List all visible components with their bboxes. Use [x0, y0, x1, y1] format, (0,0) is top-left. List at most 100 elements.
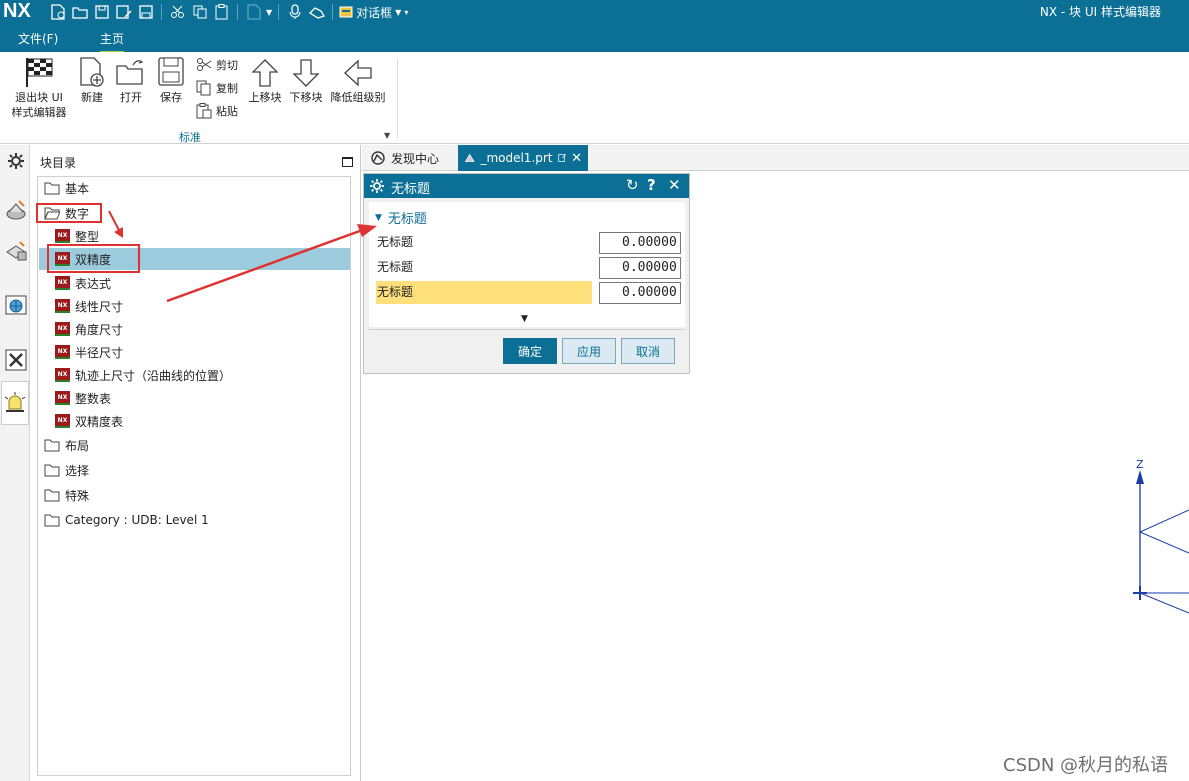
- cut-icon[interactable]: [168, 3, 187, 21]
- new-button[interactable]: 新建: [78, 56, 106, 105]
- move-up-button[interactable]: 上移块: [248, 58, 282, 105]
- discovery-icon: [371, 151, 385, 165]
- chevron-down-icon[interactable]: ▼: [384, 131, 390, 140]
- tab-model-part[interactable]: _model1.prt ✕: [458, 145, 588, 171]
- copy-button[interactable]: 复制: [196, 80, 238, 96]
- nx-logo: NX: [3, 0, 31, 22]
- new-label: 新建: [81, 91, 103, 104]
- nx-block-icon: NX: [55, 322, 70, 336]
- close-icon[interactable]: ✕: [571, 151, 582, 166]
- section-header[interactable]: ▼ 无标题: [375, 208, 427, 227]
- part-navigator-icon[interactable]: [3, 198, 28, 223]
- exit-editor-button[interactable]: 退出块 UI 样式编辑器: [9, 56, 69, 120]
- tab-label: 发现中心: [391, 151, 440, 166]
- move-down-button[interactable]: 下移块: [289, 58, 323, 105]
- save-button[interactable]: 保存: [155, 56, 187, 105]
- ok-button[interactable]: 确定: [503, 338, 557, 364]
- ribbon-group-label: 标准: [179, 131, 201, 144]
- dialog-dropdown[interactable]: 对话框 ▼ ▾: [339, 4, 408, 21]
- save-label: 保存: [160, 91, 182, 104]
- tree-node-label: 选择: [65, 463, 90, 478]
- double-input[interactable]: 0.00000: [599, 232, 681, 254]
- maximize-icon[interactable]: [342, 157, 353, 167]
- tree-node-folder[interactable]: 布局: [44, 434, 89, 456]
- tree-node-block[interactable]: NX 半径尺寸: [55, 341, 123, 363]
- folder-icon: [44, 489, 60, 501]
- tools-icon[interactable]: [3, 347, 28, 372]
- tree-node-label: Category : UDB: Level 1: [65, 513, 209, 527]
- row-label: 无标题: [376, 281, 592, 304]
- microphone-icon[interactable]: [285, 3, 304, 21]
- cancel-button[interactable]: 取消: [621, 338, 675, 364]
- row-label: 无标题: [377, 260, 414, 274]
- touch-mode-icon[interactable]: [307, 3, 326, 21]
- dialog-title: 无标题: [391, 182, 431, 197]
- paste-button[interactable]: 粘贴: [196, 103, 238, 119]
- annotation-box-double-block: [47, 244, 140, 273]
- tree-node-block[interactable]: NX 线性尺寸: [55, 295, 123, 317]
- help-icon[interactable]: ?: [647, 176, 656, 194]
- tree-node-label: 半径尺寸: [75, 345, 124, 360]
- tree-node-block[interactable]: NX 整数表: [55, 387, 111, 409]
- panel-title: 块目录: [40, 156, 77, 170]
- cut-label: 剪切: [216, 59, 238, 72]
- dialog-dropdown-label: 对话框: [356, 5, 393, 20]
- tree-node-block[interactable]: NX 轨迹上尺寸（沿曲线的位置）: [55, 364, 231, 386]
- cut-button[interactable]: 剪切: [196, 57, 238, 73]
- block-catalog-panel: 块目录 基本 数字 NX 整型 NX 双精度 NX 表达式 NX 线性尺寸 NX…: [31, 145, 361, 781]
- datum-csys: Z: [1133, 458, 1189, 614]
- double-input[interactable]: 0.00000: [599, 282, 681, 304]
- menu-file[interactable]: 文件(F): [18, 30, 58, 47]
- alert-icon[interactable]: [1, 381, 29, 425]
- tab-discovery-center[interactable]: 发现中心: [364, 145, 445, 171]
- tree-node-label: 表达式: [75, 276, 112, 291]
- assembly-navigator-icon[interactable]: [3, 239, 28, 264]
- double-input[interactable]: 0.00000: [599, 257, 681, 279]
- tree-node-block[interactable]: NX 角度尺寸: [55, 318, 123, 340]
- graphics-viewport[interactable]: Z: [362, 374, 1189, 781]
- new-file-icon[interactable]: [48, 3, 67, 21]
- tree-node-folder[interactable]: 选择: [44, 459, 89, 481]
- chevron-down-icon[interactable]: ▼: [266, 8, 272, 17]
- axis-z-label: Z: [1136, 458, 1144, 471]
- row-label: 无标题: [377, 235, 414, 249]
- app-title: NX - 块 UI 样式编辑器: [1039, 5, 1161, 19]
- tab-home[interactable]: 主页: [100, 30, 125, 53]
- expand-more-icon[interactable]: ▼: [521, 314, 528, 324]
- tree-node-folder[interactable]: Category : UDB: Level 1: [44, 509, 209, 531]
- demote-group-button[interactable]: 降低组级别: [330, 58, 386, 105]
- nx-block-icon: NX: [55, 414, 70, 428]
- arrow-down-icon: [292, 59, 320, 87]
- gear-icon[interactable]: [3, 148, 28, 173]
- window-icon[interactable]: [244, 3, 263, 21]
- paste-label: 粘贴: [216, 105, 238, 118]
- part-icon: [464, 153, 475, 162]
- web-browser-icon[interactable]: [3, 292, 28, 317]
- tree-node-block[interactable]: NX 双精度表: [55, 410, 123, 432]
- checkered-flag-icon: [26, 58, 53, 87]
- paste-icon: [196, 103, 212, 119]
- nx-block-icon: NX: [55, 229, 70, 243]
- save-icon[interactable]: [92, 3, 111, 21]
- copy-icon[interactable]: [190, 3, 209, 21]
- quick-access-toolbar: ▼ 对话框 ▼ ▾: [48, 3, 408, 21]
- close-icon[interactable]: ✕: [668, 176, 681, 194]
- open-file-icon[interactable]: [70, 3, 89, 21]
- open-label: 打开: [120, 91, 142, 104]
- customize-toolbar-icon[interactable]: ▾: [404, 8, 408, 17]
- folder-icon: [44, 514, 60, 526]
- save-icon: [158, 57, 184, 86]
- paste-icon[interactable]: [212, 3, 231, 21]
- pin-icon: [557, 154, 566, 162]
- nx-block-icon: NX: [55, 345, 70, 359]
- apply-button[interactable]: 应用: [562, 338, 616, 364]
- tree-node-folder[interactable]: 基本: [44, 177, 89, 199]
- save-all-icon[interactable]: [136, 3, 155, 21]
- nx-block-icon: NX: [55, 276, 70, 290]
- save-as-icon[interactable]: [114, 3, 133, 21]
- reset-icon[interactable]: ↻: [626, 176, 639, 194]
- annotation-box-number-folder: [36, 203, 102, 223]
- tree-node-block[interactable]: NX 表达式: [55, 272, 111, 294]
- tree-node-folder[interactable]: 特殊: [44, 484, 89, 506]
- open-button[interactable]: 打开: [115, 56, 147, 105]
